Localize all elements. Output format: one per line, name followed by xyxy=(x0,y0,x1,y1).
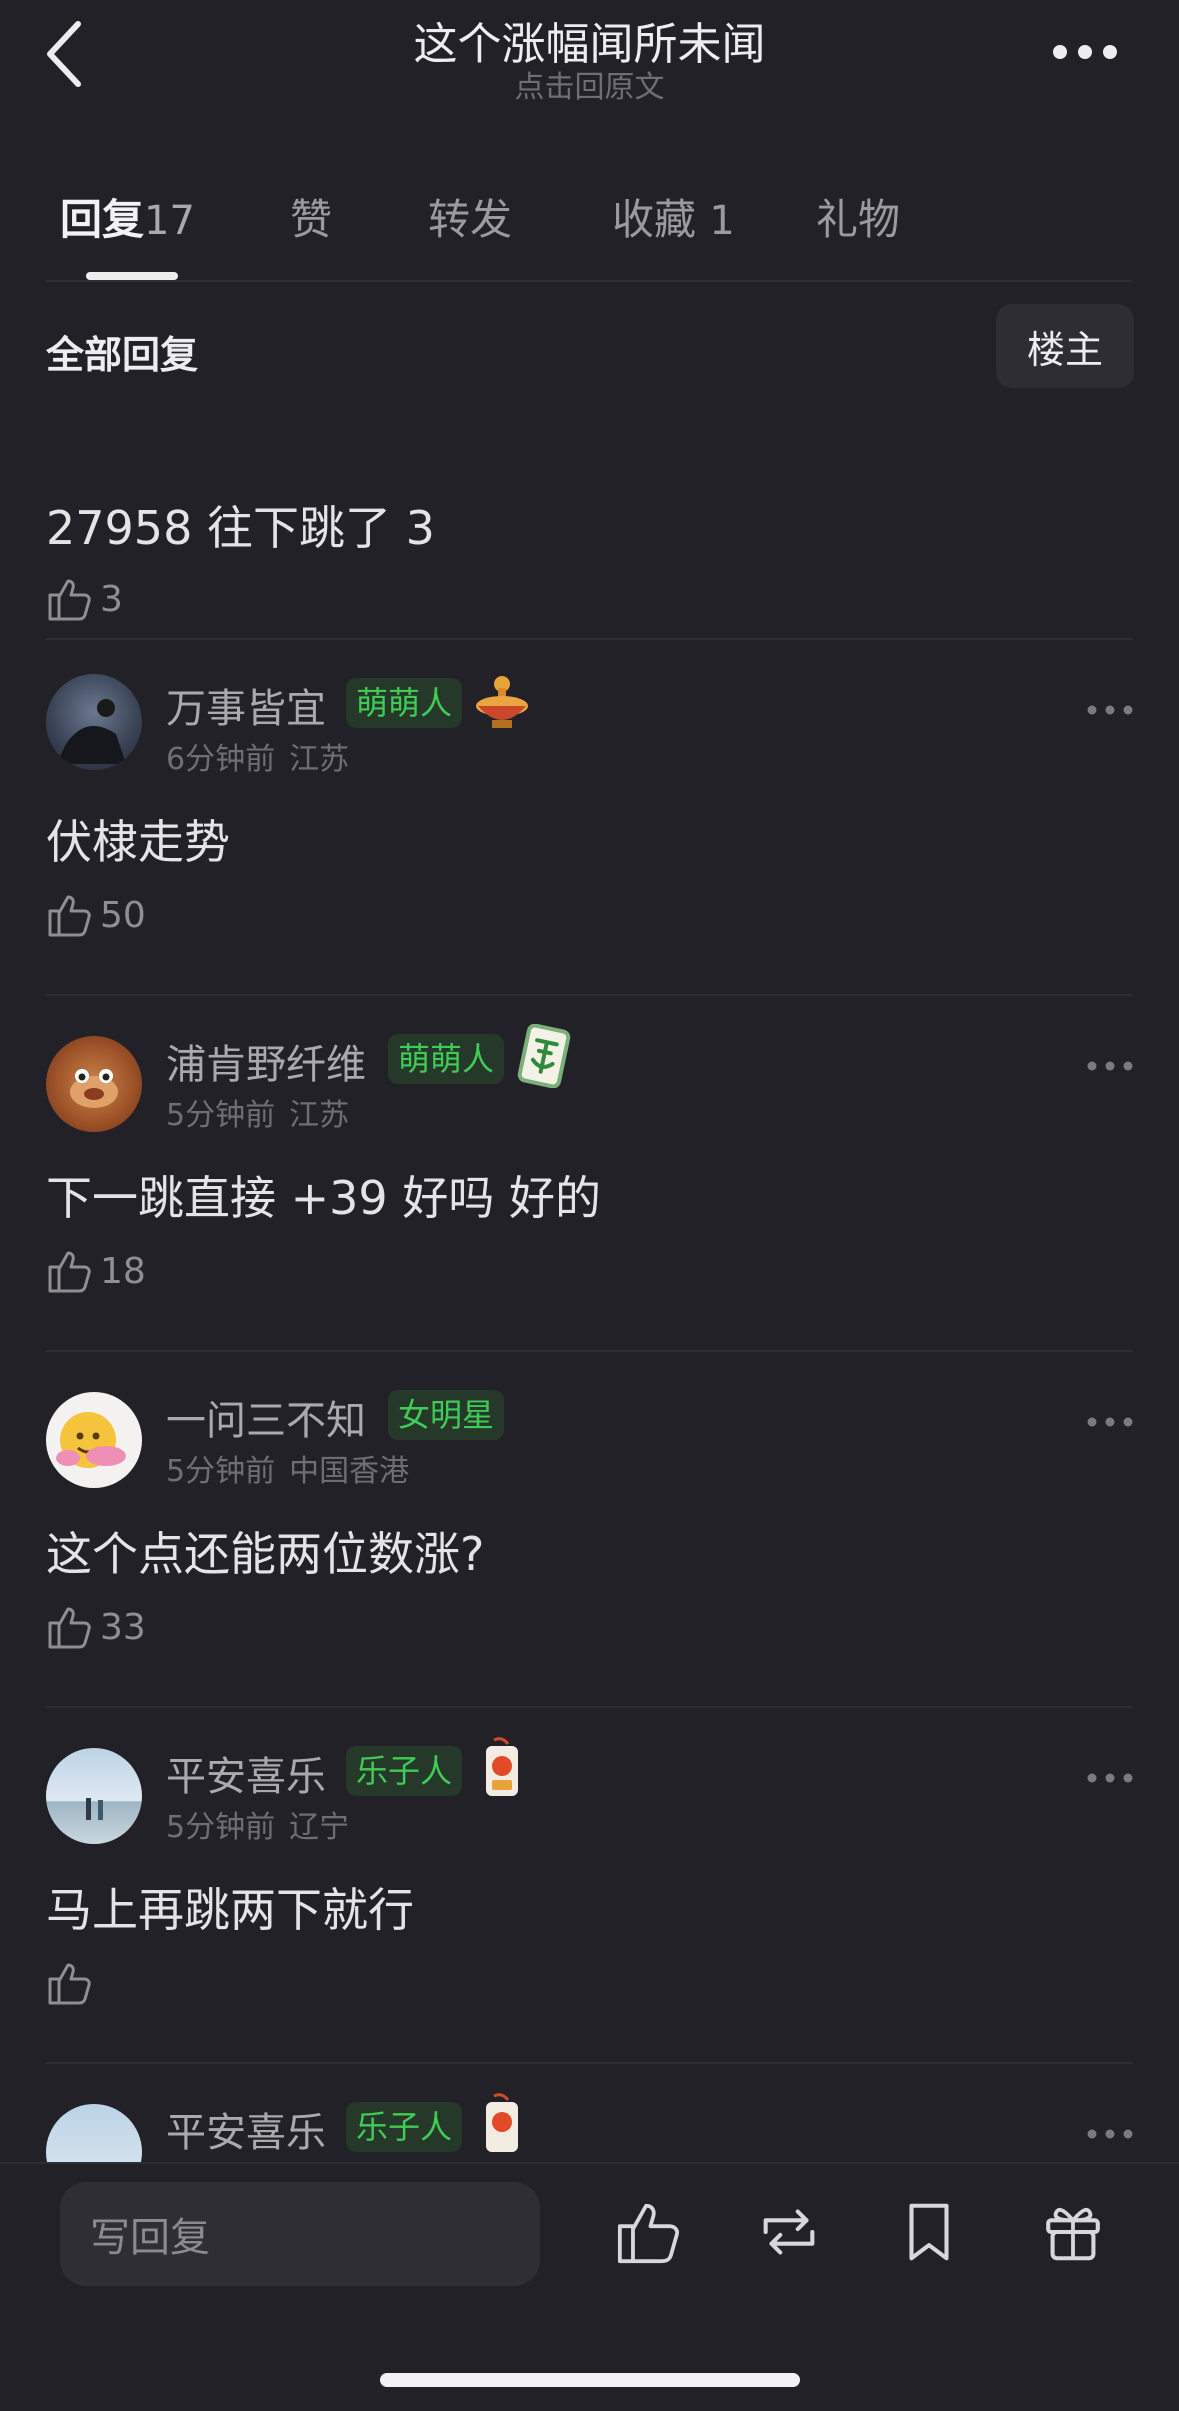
user-badge: 萌萌人 xyxy=(346,678,463,728)
op-only-button[interactable]: 楼主 xyxy=(996,304,1134,388)
comment-text: 27958 往下跳了 3 xyxy=(46,501,435,555)
thumbs-up-icon xyxy=(48,1607,91,1649)
more-dots-icon xyxy=(1053,45,1117,59)
comment-item: 平安喜乐 乐子人 xyxy=(0,2062,1179,2162)
comment-text: 这个点还能两位数涨? xyxy=(46,1527,485,1581)
tab-likes[interactable]: 赞 xyxy=(290,186,332,247)
commenter-name[interactable]: 浦肯野纤维 xyxy=(166,1032,366,1090)
tab-count: 1 xyxy=(709,198,735,244)
comment-item: 平安喜乐 乐子人 5分钟前 辽宁 马上再跳两下就行 xyxy=(0,1706,1179,2062)
lucky-charm-icon xyxy=(472,2092,532,2156)
tab-label: 收藏 xyxy=(612,195,697,244)
comment-time: 5分钟前 xyxy=(166,1098,276,1133)
gift-icon[interactable] xyxy=(1038,2196,1108,2268)
user-badge: 乐子人 xyxy=(346,2102,463,2152)
comment-more-icon[interactable] xyxy=(1086,1416,1134,1428)
repost-icon[interactable] xyxy=(754,2196,824,2268)
like-button[interactable]: 33 xyxy=(46,1602,146,1652)
commenter-name[interactable]: 一问三不知 xyxy=(166,1388,366,1446)
user-badge: 乐子人 xyxy=(346,1746,463,1796)
commenter-name[interactable]: 万事皆宜 xyxy=(166,676,326,734)
comment-meta: 5分钟前 中国香港 xyxy=(166,1446,409,1490)
like-button[interactable]: 50 xyxy=(46,890,146,940)
all-replies-heading: 全部回复 xyxy=(46,333,199,377)
user-badge: 女明星 xyxy=(388,1390,505,1440)
comment-text: 马上再跳两下就行 xyxy=(46,1883,414,1937)
avatar[interactable] xyxy=(46,2104,142,2162)
reply-input[interactable]: 写回复 xyxy=(60,2182,540,2286)
comment-location: 中国香港 xyxy=(289,1454,410,1489)
like-count: 33 xyxy=(100,1606,146,1648)
tab-label: 回复 xyxy=(60,195,145,244)
thumbs-up-icon xyxy=(48,895,91,937)
comment-item: 浦肯野纤维 萌萌人 5分钟前 江苏 下一跳直接 +39 好吗 好的 18 xyxy=(0,994,1179,1350)
comment-text: 伏棣走势 xyxy=(46,815,230,869)
tab-gifts[interactable]: 礼物 xyxy=(816,186,900,247)
like-icon[interactable] xyxy=(614,2196,684,2268)
thumbs-up-icon xyxy=(48,1251,91,1293)
like-button[interactable] xyxy=(46,1958,100,2008)
home-indicator xyxy=(380,2373,800,2387)
like-count: 18 xyxy=(100,1250,146,1292)
bookmark-icon[interactable] xyxy=(894,2196,964,2268)
lucky-charm-icon xyxy=(472,1736,532,1800)
comment-item: 一问三不知 女明星 5分钟前 中国香港 这个点还能两位数涨? 33 xyxy=(0,1350,1179,1706)
comment-meta: 5分钟前 辽宁 xyxy=(166,1802,349,1846)
comment-text: 下一跳直接 +39 好吗 好的 xyxy=(46,1171,601,1225)
avatar[interactable] xyxy=(46,1036,142,1132)
view-original-link[interactable]: 点击回原文 xyxy=(0,62,1179,106)
commenter-name[interactable]: 平安喜乐 xyxy=(166,2100,326,2158)
comment-meta: 5分钟前 江苏 xyxy=(166,1090,349,1134)
tab-reposts[interactable]: 转发 xyxy=(428,186,512,247)
tab-count: 17 xyxy=(144,198,195,244)
tab-label: 赞 xyxy=(290,195,333,244)
like-count: 50 xyxy=(100,894,146,936)
tab-label: 转发 xyxy=(428,195,513,244)
user-badge: 萌萌人 xyxy=(388,1034,505,1084)
like-count: 3 xyxy=(100,578,123,620)
comment-list[interactable]: 27958 往下跳了 3 3 万事皆宜 萌萌人 6分钟前 江苏 伏棣走势 50 浦… xyxy=(0,392,1179,2162)
comment-more-icon[interactable] xyxy=(1086,1772,1134,1784)
tab-label: 礼物 xyxy=(816,195,901,244)
active-tab-indicator xyxy=(86,272,178,280)
like-button[interactable]: 18 xyxy=(46,1246,146,1296)
like-button[interactable]: 3 xyxy=(46,574,123,624)
comment-location: 江苏 xyxy=(289,742,350,777)
comment-time: 6分钟前 xyxy=(166,742,276,777)
avatar[interactable] xyxy=(46,674,142,770)
comment-item: 27958 往下跳了 3 3 xyxy=(0,392,1179,632)
hotpot-icon xyxy=(472,668,532,732)
comment-meta: 6分钟前 江苏 xyxy=(166,734,349,778)
mahjong-fa-tile-icon xyxy=(514,1023,574,1089)
thumbs-up-icon xyxy=(48,579,91,621)
avatar[interactable] xyxy=(46,1392,142,1488)
more-options-button[interactable] xyxy=(1050,40,1120,64)
tabs-divider xyxy=(46,280,1133,282)
comment-location: 辽宁 xyxy=(289,1810,350,1845)
comment-item: 万事皆宜 萌萌人 6分钟前 江苏 伏棣走势 50 xyxy=(0,638,1179,994)
tab-replies[interactable]: 回复17 xyxy=(60,186,195,247)
thumbs-up-icon xyxy=(48,1963,91,2005)
comment-location: 江苏 xyxy=(289,1098,350,1133)
tab-favorites[interactable]: 收藏 1 xyxy=(612,186,735,247)
commenter-name[interactable]: 平安喜乐 xyxy=(166,1744,326,1802)
avatar[interactable] xyxy=(46,1748,142,1844)
comment-time: 5分钟前 xyxy=(166,1810,276,1845)
comment-time: 5分钟前 xyxy=(166,1454,276,1489)
comment-more-icon[interactable] xyxy=(1086,1060,1134,1072)
comment-more-icon[interactable] xyxy=(1086,704,1134,716)
comment-more-icon[interactable] xyxy=(1086,2128,1134,2140)
